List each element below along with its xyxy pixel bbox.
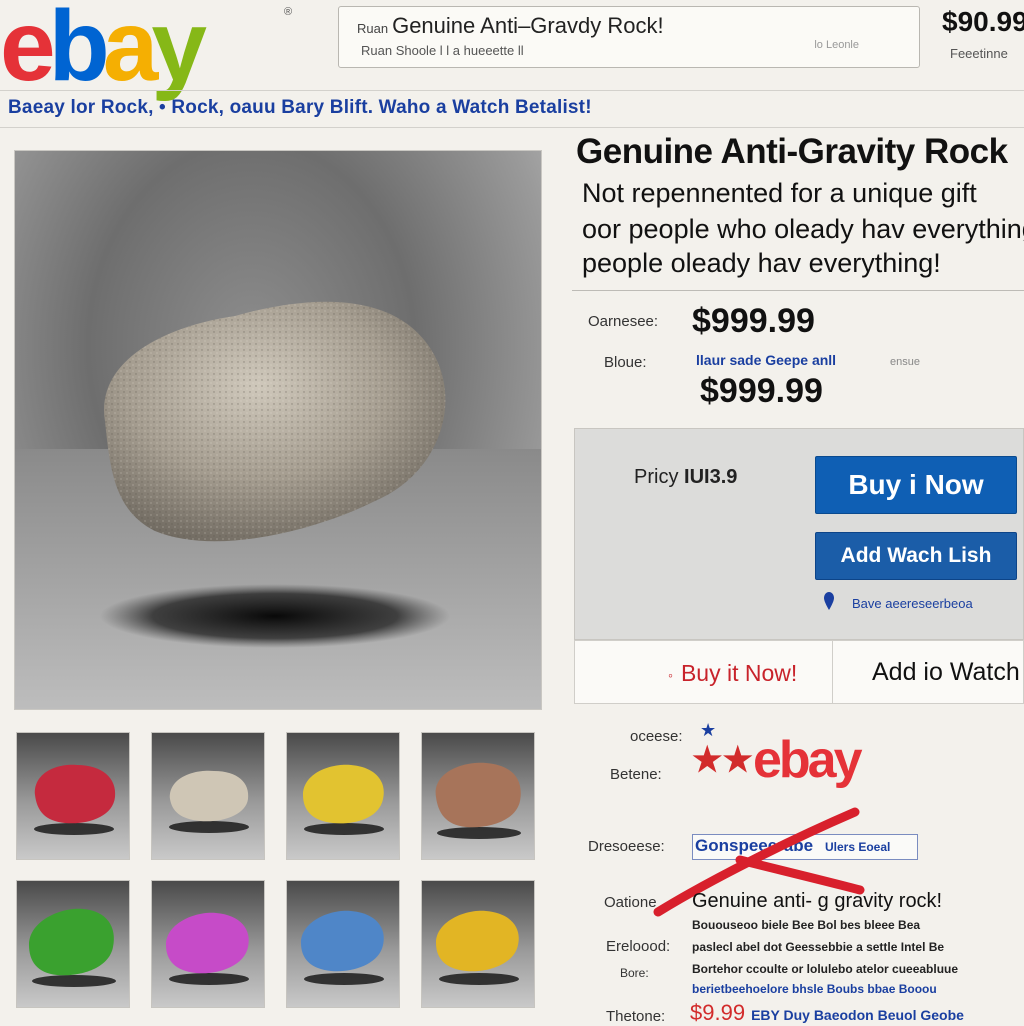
detail-label-7: Thetone: xyxy=(606,1008,666,1025)
location-pin-icon xyxy=(824,592,834,610)
small-label: Bloue: xyxy=(604,354,647,371)
strip-buy-it-now[interactable]: ◦ Buy it Now! xyxy=(668,660,797,687)
bottom-price: $9.99 EBY Duy Baeodon Beuol Geobe xyxy=(690,1000,964,1025)
divider xyxy=(572,290,1024,291)
buybox-price: Pricy IUI3.9 xyxy=(634,466,738,488)
header-price: $90.99 xyxy=(942,6,1024,37)
search-location: lo Leonle xyxy=(814,39,859,51)
shipping-link[interactable]: llaur sade Geepe anll xyxy=(696,352,836,368)
listing-title: Genuine Anti-Gravity Rock xyxy=(576,132,1008,171)
search-query[interactable]: Ruan Genuine Anti–Gravdy Rock! xyxy=(357,13,664,39)
small-desc-line-1: Bououseoo biele Bee Bol bes bleee Bea xyxy=(692,918,921,932)
red-stars-icon: ★★ xyxy=(692,741,753,779)
detail-label-5: Ereloood: xyxy=(606,938,671,955)
detail-label-4: Oatione xyxy=(604,894,657,911)
small-desc-line-2: paslecl abel dot Geessebbie a settle Int… xyxy=(692,940,945,954)
delivery-info-link[interactable]: Bave aeereseerbeoa xyxy=(852,596,973,611)
small-listing-title: Genuine anti- g gravity rock! xyxy=(692,890,943,912)
header-price-subtext: Feeetinne xyxy=(950,46,1008,61)
rock-shadow xyxy=(100,584,450,648)
secondary-price: $999.99 xyxy=(700,372,823,410)
shipping-note: ensue xyxy=(890,356,920,368)
small-desc-line-3: Bortehor ccoulte or lolulebo atelor cuee… xyxy=(692,962,959,976)
red-dot-icon: ◦ xyxy=(668,666,673,683)
buy-it-now-button[interactable]: Buy i Now xyxy=(815,456,1017,514)
search-subtext: Ruan Shoole l l a hueeette ll xyxy=(361,43,524,58)
strip-add-to-watch[interactable]: Add io Watch xyxy=(872,658,1020,687)
strip-divider xyxy=(832,640,833,704)
thumbnail-purple-rock[interactable] xyxy=(151,880,265,1008)
trademark-mark: ® xyxy=(284,6,293,18)
detail-label-1: oceese: xyxy=(630,728,683,745)
thumbnail-beige-rock[interactable] xyxy=(151,732,265,860)
seller-ebay-logo[interactable]: ★★ebay xyxy=(692,730,862,790)
ebay-logo[interactable]: ebay xyxy=(0,0,207,96)
add-to-watchlist-button[interactable]: Add Wach Lish xyxy=(815,532,1017,580)
listing-desc-line-1: Not repennented for a unique gift xyxy=(582,178,977,208)
small-desc-line-4[interactable]: berietbeehoelore bhsle Boubs bbae Booou xyxy=(692,982,937,996)
thumbnail-gold-rock[interactable] xyxy=(421,880,535,1008)
main-product-image[interactable] xyxy=(14,150,542,710)
floating-rock-illustration xyxy=(100,301,450,648)
listing-price: $999.99 xyxy=(692,302,815,340)
search-box[interactable]: Ruan Genuine Anti–Gravdy Rock! Ruan Shool… xyxy=(338,6,920,68)
thumbnail-blue-rock[interactable] xyxy=(286,880,400,1008)
detail-label-6: Bore: xyxy=(620,966,649,980)
listing-desc-line-2: oor people who oleady hav everything xyxy=(582,214,1024,244)
thumbnail-green-rock[interactable] xyxy=(16,880,130,1008)
thumbnail-red-rock[interactable] xyxy=(16,732,130,860)
thumbnail-yellow-rock[interactable] xyxy=(286,732,400,860)
listing-desc-line-3: people oleady hav everything! xyxy=(582,248,941,278)
thumbnail-brown-rock[interactable] xyxy=(421,732,535,860)
price-label: Oarnesee: xyxy=(588,313,659,330)
search-prefix: Ruan xyxy=(357,21,389,36)
nav-breadcrumb[interactable]: Baeay lor Rock, • Rock, oauu Bary Blift.… xyxy=(8,97,592,119)
detail-label-2: Betene: xyxy=(610,766,662,783)
